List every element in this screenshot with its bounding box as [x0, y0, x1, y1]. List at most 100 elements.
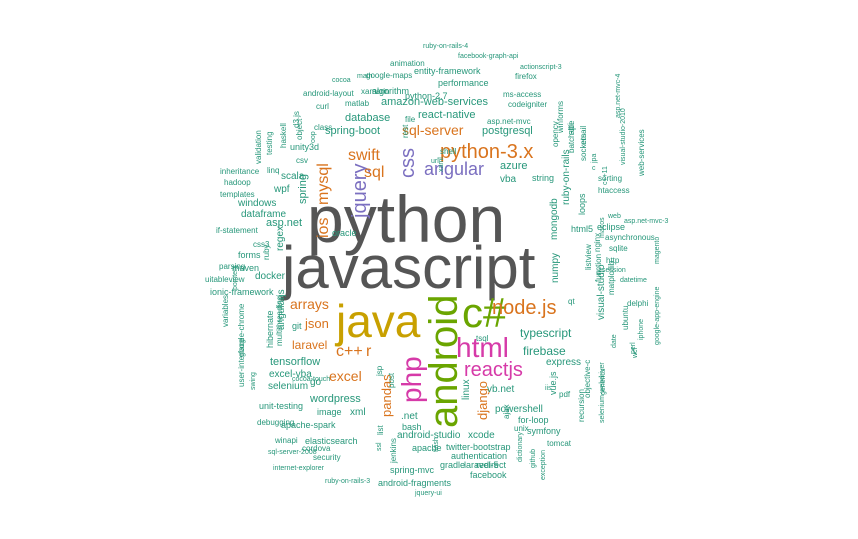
tag-word: winapi [275, 436, 298, 445]
tag-word: forms [238, 250, 261, 260]
tag-word: matplotlib [607, 260, 616, 295]
tag-word: validation [254, 130, 263, 164]
tag-word: math [357, 73, 373, 80]
tag-word: tensorflow [270, 356, 321, 368]
tag-word: asp.net-mvc-3 [624, 218, 669, 225]
tag-word: iphone [638, 318, 645, 340]
tag-word: docker [255, 271, 286, 282]
tag-word: wpf [274, 184, 290, 195]
tag-word: reactjs [464, 359, 523, 381]
tag-word: facebook [470, 470, 507, 480]
tag-word: iis [545, 385, 552, 392]
tag-word: ruby [262, 244, 271, 260]
tag-word: vb.net [487, 384, 515, 395]
tag-word: asp.net-mvc-4 [615, 73, 622, 118]
tag-word: internet-explorer [273, 465, 324, 472]
tag-word: exception [540, 450, 547, 480]
tag-word: macos [599, 217, 606, 238]
tag-word: symfony [527, 426, 561, 436]
tag-word: asynchronous [605, 233, 655, 242]
tag-word: linq [267, 166, 280, 175]
tag-word: facebook-graph-api [458, 53, 519, 60]
tag-word: ssl [376, 442, 383, 451]
tag-word: if-statement [216, 226, 258, 235]
tag-word: datetime [620, 277, 647, 284]
tag-word: mysql [315, 163, 332, 205]
tag-word: date [611, 334, 618, 348]
tag-word: regex [275, 225, 286, 251]
tag-word: list [376, 425, 385, 435]
tag-word: cocoa-touch [292, 376, 331, 383]
tag-word: php [396, 356, 427, 403]
tag-word: pdf [559, 390, 571, 399]
tag-word: csv [296, 156, 308, 165]
tag-word: string [532, 173, 555, 183]
tag-word: java [336, 295, 421, 347]
tag-word: r [366, 343, 372, 360]
tag-word: sql-server [402, 122, 464, 138]
tag-word: sql-server-2008 [268, 449, 317, 456]
tag-word: spring-mvc [390, 465, 435, 475]
tag-word: laravel [292, 338, 328, 352]
tag-word: unity3d [290, 142, 320, 152]
tag-word: oracle [332, 228, 357, 238]
tag-word: c++ [336, 343, 363, 360]
tag-word: ms-access [503, 90, 542, 99]
tag-word: firefox [515, 72, 537, 81]
tag-word: testing [265, 131, 274, 155]
tag-word: rest [401, 124, 410, 138]
tag-word: actionscript-3 [520, 64, 562, 71]
tag-word: numpy [550, 252, 561, 283]
tag-word: github [530, 448, 537, 468]
tag-word: scala [281, 171, 305, 182]
tag-word: multithreading [275, 295, 284, 346]
tag-word: asp.net-mvc [487, 117, 531, 126]
tag-word: node.js [492, 297, 557, 319]
tag-word: android-layout [303, 89, 354, 98]
tag-word: xaml [438, 157, 445, 172]
tag-word: jenkins [389, 438, 398, 463]
tag-word: animation [390, 59, 425, 68]
tag-word: post [387, 372, 396, 388]
tag-word: haskell [279, 123, 288, 148]
tag-word: function [594, 253, 603, 282]
tag-word: batch-file [567, 120, 576, 153]
tag-word: templates [220, 190, 255, 199]
tag-word: tsql [476, 334, 489, 343]
tag-word: json [305, 316, 329, 331]
tag-word: c [592, 165, 596, 172]
tag-word: listview [584, 244, 593, 270]
tag-word: xcode [468, 430, 495, 441]
tag-word: ruby-on-rails-3 [325, 478, 371, 485]
tag-word: jpa [591, 153, 598, 163]
tag-word: matlab [345, 99, 370, 108]
tag-word: dictionary [517, 432, 524, 462]
tag-word: database [345, 112, 391, 124]
tag-word: html5 [571, 224, 594, 234]
tag-word: recursion [577, 389, 586, 422]
tag-word: .net [401, 411, 418, 422]
tag-word: variables [221, 294, 230, 327]
tag-word: hadoop [224, 178, 251, 187]
tag-word: azure [500, 160, 528, 172]
tag-word: sql [364, 164, 385, 181]
tag-word: inheritance [220, 167, 260, 176]
tag-word: unit-testing [259, 401, 304, 411]
tag-word: postgresql [482, 125, 533, 137]
tag-word: redirect [476, 460, 507, 470]
tag-word: sockets [579, 133, 588, 161]
tag-word: elasticsearch [305, 436, 358, 446]
tag-word: swing [250, 372, 257, 390]
tag-word: qt [568, 297, 575, 306]
tag-word: android-fragments [378, 478, 452, 488]
tag-word: security [313, 453, 341, 462]
tag-word: shell [440, 147, 457, 156]
tag-word: ruby-on-rails-4 [423, 43, 469, 50]
tag-word: linux [461, 379, 472, 400]
tag-word: typescript [520, 326, 572, 340]
tag-word: dataframe [241, 209, 287, 220]
tag-word: xamarin [361, 87, 390, 96]
tag-word: image [317, 407, 342, 417]
tag-word: google-app-engine [654, 286, 661, 345]
tag-word: swift [348, 147, 380, 164]
